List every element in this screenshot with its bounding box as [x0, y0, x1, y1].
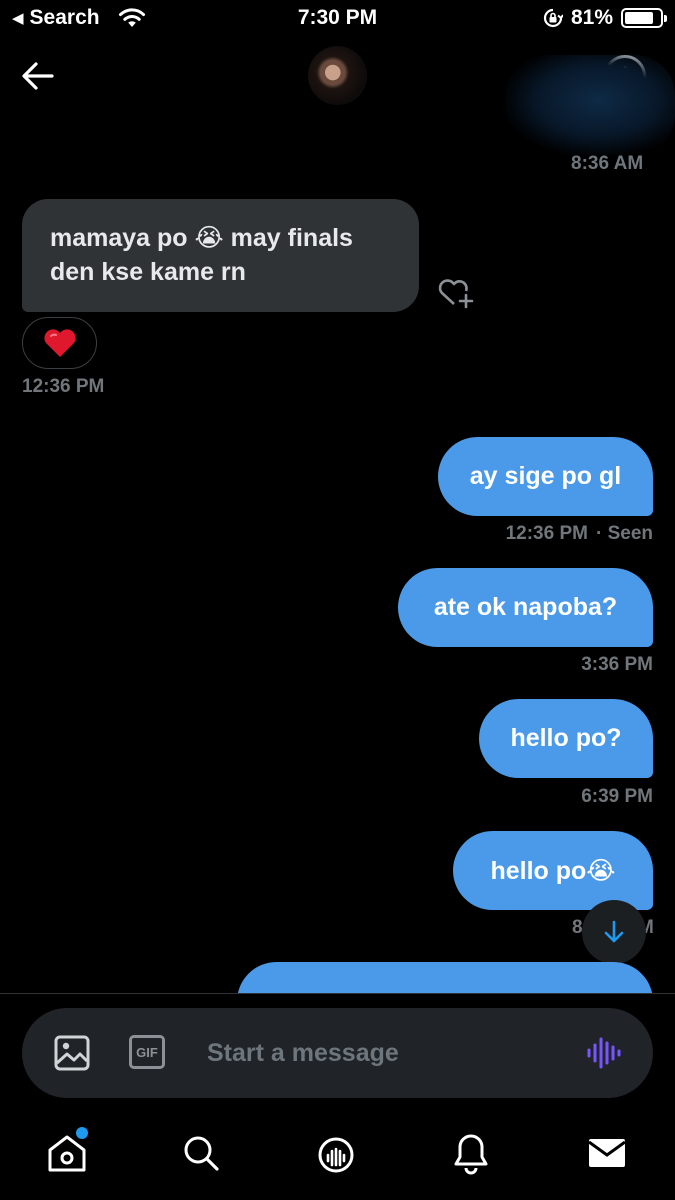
avatar[interactable] [308, 46, 367, 105]
seen-status: · Seen [595, 523, 653, 544]
tab-messages[interactable] [585, 1131, 629, 1175]
outgoing-message-text: ate ok napoba? [433, 593, 618, 621]
scroll-to-bottom-button[interactable] [582, 900, 646, 964]
message-input[interactable] [207, 1030, 567, 1076]
outgoing-message-text: hello po😭 [490, 856, 616, 885]
previous-message-time: 8:36 AM [571, 153, 644, 173]
image-icon[interactable] [52, 1033, 92, 1073]
outgoing-message-meta: 12:36 PM · Seen [506, 523, 653, 545]
incoming-message-time: 12:36 PM [22, 376, 105, 397]
back-button[interactable] [18, 56, 58, 96]
battery-icon [621, 8, 667, 28]
outgoing-message-time-partial-left: 8 [572, 917, 583, 938]
reaction-badge[interactable] [22, 317, 97, 369]
outgoing-message-bubble[interactable]: ay sige po gl [438, 437, 653, 516]
composer-divider [0, 993, 675, 994]
arrow-left-icon [22, 62, 54, 90]
gif-button[interactable]: GIF [129, 1035, 165, 1069]
tab-notifications[interactable] [449, 1131, 493, 1175]
search-icon [184, 1136, 219, 1171]
partial-message-clip [0, 960, 675, 993]
outgoing-message-bubble[interactable]: hello po😭 [453, 831, 653, 910]
status-right: 81% [543, 6, 667, 30]
mail-icon [588, 1139, 626, 1167]
outgoing-message-text: hello po? [510, 724, 622, 752]
spaces-icon [318, 1137, 354, 1173]
battery-percent: 81% [570, 6, 613, 29]
incoming-message-bubble[interactable]: mamaya po 😭 may finals den kse kame rn [22, 199, 419, 312]
voice-message-icon[interactable] [585, 1035, 621, 1071]
orientation-lock-icon [543, 8, 563, 28]
outgoing-message-text: ay sige po gl [469, 462, 622, 490]
incoming-message-line-1: mamaya po 😭 may finals [50, 224, 353, 252]
tab-spaces[interactable] [314, 1131, 358, 1175]
gif-label: GIF [136, 1044, 158, 1060]
add-reaction-icon[interactable] [436, 274, 476, 310]
outgoing-message-bubble-partial[interactable] [237, 962, 653, 993]
arrow-down-icon [604, 920, 624, 943]
home-notification-dot [76, 1127, 88, 1139]
outgoing-message-bubble[interactable]: ate ok napoba? [398, 568, 653, 647]
outgoing-message-time: 3:36 PM [581, 654, 653, 675]
outgoing-message-bubble[interactable]: hello po? [479, 699, 653, 778]
tab-search[interactable] [179, 1131, 223, 1175]
bell-icon [454, 1134, 488, 1175]
outgoing-message-time: 12:36 PM [505, 523, 588, 544]
outgoing-message-time: 6:39 PM [581, 786, 653, 807]
heart-reaction-icon [43, 329, 76, 357]
message-composer: GIF [22, 1008, 653, 1098]
status-bar: ◀ Search 7:30 PM 81% [0, 0, 675, 40]
incoming-message-line-2: den kse kame rn [50, 258, 246, 286]
blurred-region [505, 55, 675, 155]
